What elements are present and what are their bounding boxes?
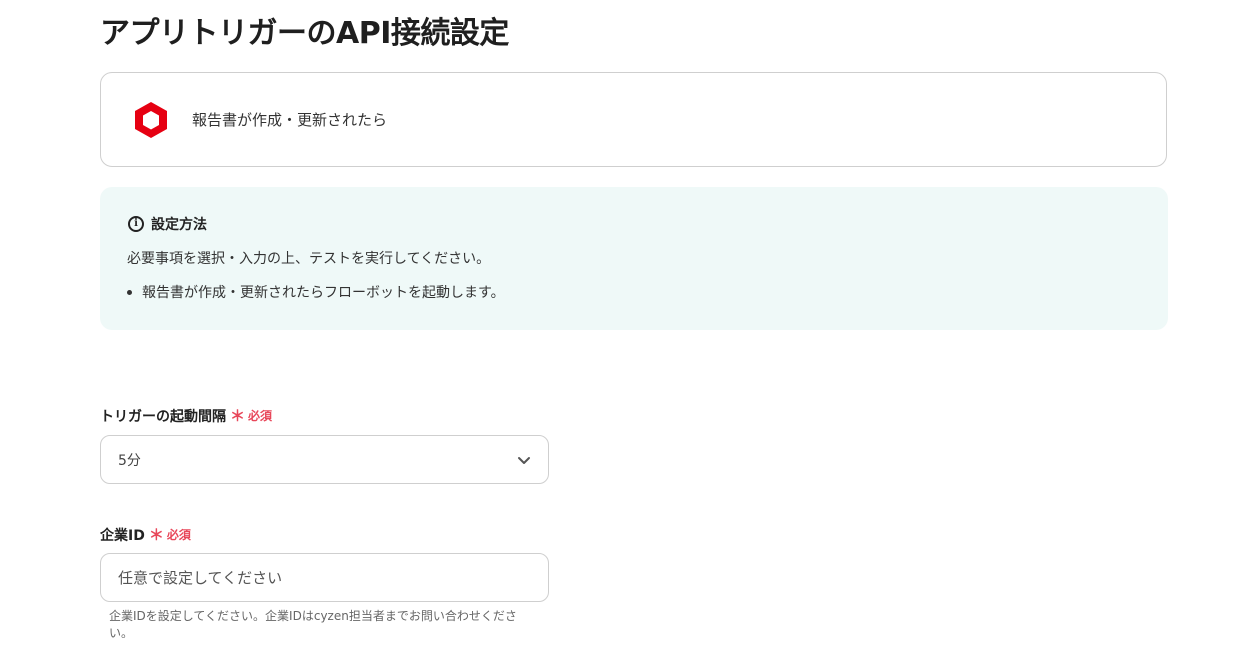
page-title: アプリトリガーのAPI接続設定: [100, 16, 509, 51]
cyzen-logo-icon: [135, 101, 167, 138]
company-id-label-text: 企業ID: [100, 527, 145, 544]
interval-select[interactable]: 5分: [100, 435, 549, 484]
company-id-help-text: 企業IDを設定してください。企業IDはcyzen担当者までお問い合わせください。: [109, 609, 517, 640]
info-list: 報告書が作成・更新されたらフローボットを起動します。: [127, 282, 505, 302]
required-asterisk: ＊: [230, 407, 246, 425]
info-icon: i: [128, 216, 144, 232]
info-title: 設定方法: [151, 217, 207, 233]
trigger-label: 報告書が作成・更新されたら: [192, 111, 388, 129]
page: アプリトリガーのAPI接続設定 報告書が作成・更新されたら i 設定方法 必要事…: [0, 0, 1238, 665]
company-id-field[interactable]: [100, 553, 549, 602]
required-text: 必須: [166, 528, 191, 542]
bullet-icon: [127, 289, 132, 295]
list-item-text: 報告書が作成・更新されたらフローボットを起動します。: [142, 285, 505, 301]
trigger-card[interactable]: 報告書が作成・更新されたら: [100, 72, 1167, 167]
interval-select-value: 5分: [118, 452, 141, 469]
info-title-row: i 設定方法: [128, 214, 207, 234]
info-description: 必要事項を選択・入力の上、テストを実行してください。: [127, 251, 491, 267]
required-asterisk: ＊: [148, 526, 164, 544]
info-box: i 設定方法 必要事項を選択・入力の上、テストを実行してください。 報告書が作成…: [100, 187, 1168, 330]
interval-label: トリガーの起動間隔 ＊ 必須: [100, 405, 272, 426]
company-id-label: 企業ID ＊ 必須: [100, 524, 191, 545]
required-text: 必須: [248, 409, 273, 423]
interval-label-text: トリガーの起動間隔: [100, 408, 226, 425]
list-item: 報告書が作成・更新されたらフローボットを起動します。: [127, 282, 505, 302]
company-id-input[interactable]: [116, 567, 540, 588]
chevron-down-icon: [518, 457, 530, 464]
